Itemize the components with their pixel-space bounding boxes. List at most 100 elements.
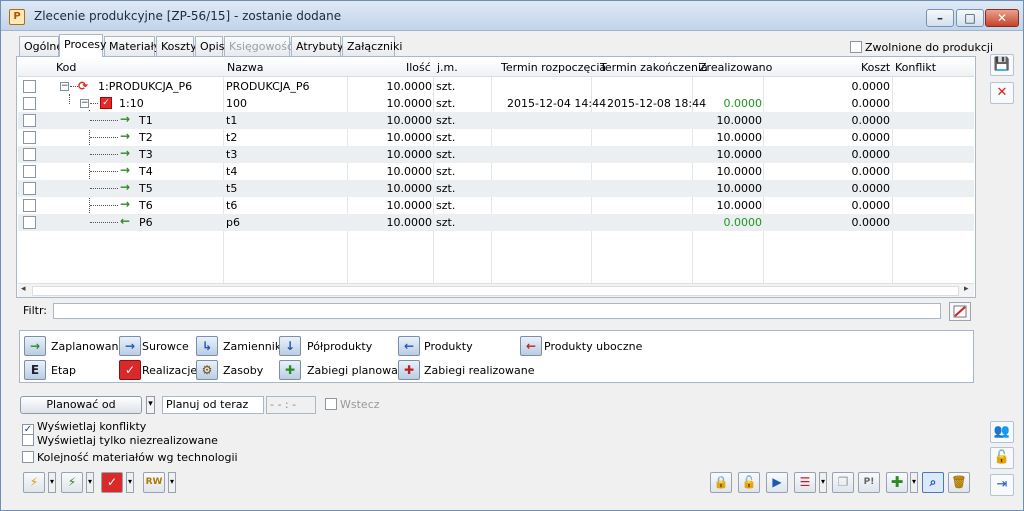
row-checkbox[interactable] <box>23 182 36 195</box>
cell-ilosc: 10.0000 <box>386 148 433 161</box>
row-checkbox[interactable] <box>23 80 36 93</box>
legend-etap: Etap <box>51 364 76 377</box>
tylko-niezrealizowane-box[interactable] <box>22 434 34 446</box>
scroll-right-icon[interactable]: ▸ <box>964 284 969 294</box>
cell-kod: T6 <box>139 199 153 212</box>
tylko-niezrealizowane-checkbox[interactable]: Wyświetlaj tylko niezrealizowane <box>22 434 218 447</box>
row-checkbox[interactable] <box>23 148 36 161</box>
row-checkbox[interactable] <box>23 199 36 212</box>
header-zrealizowano[interactable]: Zrealizowano <box>699 61 772 74</box>
header-konflikt[interactable]: Konflikt <box>895 61 936 74</box>
tab-koszty[interactable]: Koszty <box>156 36 197 57</box>
tab-opis[interactable]: Opis <box>195 36 224 57</box>
planuj-od-field[interactable]: Planuj od teraz <box>162 396 264 414</box>
process-grid: Kod Nazwa Ilość j.m. Termin rozpoczęcia … <box>16 56 976 298</box>
gantt-dropdown[interactable]: ▾ <box>819 472 827 493</box>
row-checkbox[interactable] <box>23 97 36 110</box>
cell-zrealizowano: 10.0000 <box>716 165 763 178</box>
zabiegi-planowane-icon: ✚ <box>279 360 301 380</box>
cell-kod: T5 <box>139 182 153 195</box>
zwolnione-box[interactable] <box>850 41 862 53</box>
header-ilosc[interactable]: Ilość <box>406 61 431 74</box>
collapse-icon[interactable]: − <box>80 99 89 108</box>
gantt-icon[interactable]: ☰ <box>794 472 816 493</box>
table-row[interactable]: → T4 t4 10.0000 szt. 10.0000 0.0000 <box>18 163 974 180</box>
row-checkbox[interactable] <box>23 131 36 144</box>
cell-zrealizowano: 10.0000 <box>716 131 763 144</box>
zwolnione-checkbox[interactable]: Zwolnione do produkcji <box>850 41 993 54</box>
cell-ilosc: 10.0000 <box>386 114 433 127</box>
pin-button[interactable]: ⇥ <box>990 474 1014 496</box>
legend-zasoby: Zasoby <box>223 364 264 377</box>
raw-material-arrow-icon: → <box>120 180 131 194</box>
realizacja-dropdown[interactable]: ▾ <box>126 472 134 493</box>
table-row[interactable]: − ⟳ 1:PRODUKCJA_P6 PRODUKCJA_P6 10.0000 … <box>18 78 974 95</box>
tree-connector <box>90 120 118 121</box>
cell-jm: szt. <box>436 131 456 144</box>
delete-trash-icon[interactable]: 🗑 <box>948 472 970 493</box>
close-button[interactable]: ✕ <box>985 9 1019 27</box>
header-koszt[interactable]: Koszt <box>861 61 890 74</box>
kolejnosc-materialow-checkbox[interactable]: Kolejność materiałów wg technologii <box>22 451 238 464</box>
tab-ksiegowosc: Księgowość <box>224 36 293 57</box>
scroll-thumb[interactable] <box>32 286 959 296</box>
lightning-green-icon[interactable]: ⚡ <box>61 472 83 493</box>
realizacja-icon[interactable]: ✓ <box>101 472 123 493</box>
scroll-left-icon[interactable]: ◂ <box>21 284 26 294</box>
padlock-button: 🔓 <box>990 447 1014 469</box>
table-row[interactable]: − ✓ 1:10 100 10.0000 szt. 2015-12-04 14:… <box>18 95 974 112</box>
rw-document-icon[interactable]: RW <box>143 472 165 493</box>
maximize-button[interactable]: □ <box>956 9 984 27</box>
table-row[interactable]: → T6 t6 10.0000 szt. 10.0000 0.0000 <box>18 197 974 214</box>
window-title: Zlecenie produkcyjne [ZP-56/15] - zostan… <box>34 9 342 23</box>
search-icon[interactable]: ⌕ <box>922 472 944 493</box>
header-nazwa[interactable]: Nazwa <box>227 61 263 74</box>
tab-ogolne[interactable]: Ogólne <box>19 36 63 57</box>
cell-ilosc: 10.0000 <box>386 97 433 110</box>
table-row[interactable]: ← P6 p6 10.0000 szt. 0.0000 0.0000 <box>18 214 974 231</box>
document-export-icon[interactable]: ▶ <box>766 472 788 493</box>
horizontal-scrollbar[interactable]: ◂ ▸ <box>18 283 974 297</box>
title-bar[interactable]: P Zlecenie produkcyjne [ZP-56/15] - zost… <box>1 1 1023 31</box>
filter-input[interactable] <box>53 303 941 319</box>
clear-filter-button[interactable] <box>949 302 971 321</box>
save-button[interactable]: 💾 <box>990 54 1014 76</box>
row-checkbox[interactable] <box>23 165 36 178</box>
priority-icon[interactable]: P! <box>858 472 880 493</box>
cell-nazwa: t6 <box>226 199 238 212</box>
header-jm[interactable]: j.m. <box>437 61 458 74</box>
tab-materialy[interactable]: Materiały <box>104 36 160 57</box>
table-row[interactable]: → T5 t5 10.0000 szt. 10.0000 0.0000 <box>18 180 974 197</box>
planowac-od-button[interactable]: Planować od <box>20 396 142 414</box>
tree-connector <box>90 171 118 172</box>
minimize-button[interactable]: – <box>926 9 954 27</box>
tab-procesy[interactable]: Procesy <box>59 34 107 57</box>
lightning-orange-icon[interactable]: ⚡ <box>23 472 45 493</box>
planowac-dropdown-button[interactable]: ▾ <box>146 396 155 414</box>
header-kod[interactable]: Kod <box>56 61 76 74</box>
add-dropdown[interactable]: ▾ <box>910 472 918 493</box>
add-icon[interactable]: ✚ <box>886 472 908 493</box>
table-row[interactable]: → T2 t2 10.0000 szt. 10.0000 0.0000 <box>18 129 974 146</box>
cell-nazwa: t5 <box>226 182 238 195</box>
cell-nazwa: t4 <box>226 165 238 178</box>
kolejnosc-materialow-box[interactable] <box>22 451 34 463</box>
users-button[interactable]: 👥 <box>990 421 1014 443</box>
table-row[interactable]: → T3 t3 10.0000 szt. 10.0000 0.0000 <box>18 146 974 163</box>
tab-atrybuty[interactable]: Atrybuty <box>291 36 343 57</box>
collapse-icon[interactable]: − <box>60 82 69 91</box>
table-row[interactable]: → T1 t1 10.0000 szt. 10.0000 0.0000 <box>18 112 974 129</box>
lock-icon[interactable]: 🔒 <box>710 472 732 493</box>
tab-zalaczniki[interactable]: Załączniki <box>342 36 402 57</box>
cell-ilosc: 10.0000 <box>386 131 433 144</box>
cancel-button[interactable]: ✕ <box>990 82 1014 104</box>
unlock-icon[interactable]: 🔓 <box>738 472 760 493</box>
lightning-orange-dropdown[interactable]: ▾ <box>48 472 56 493</box>
rw-dropdown[interactable]: ▾ <box>168 472 176 493</box>
header-termin-zakonczenia[interactable]: Termin zakończenia <box>600 61 708 74</box>
row-checkbox[interactable] <box>23 216 36 229</box>
header-termin-rozpoczecia[interactable]: Termin rozpoczęcia <box>501 61 606 74</box>
lightning-green-dropdown[interactable]: ▾ <box>86 472 94 493</box>
row-checkbox[interactable] <box>23 114 36 127</box>
cell-nazwa: t3 <box>226 148 238 161</box>
